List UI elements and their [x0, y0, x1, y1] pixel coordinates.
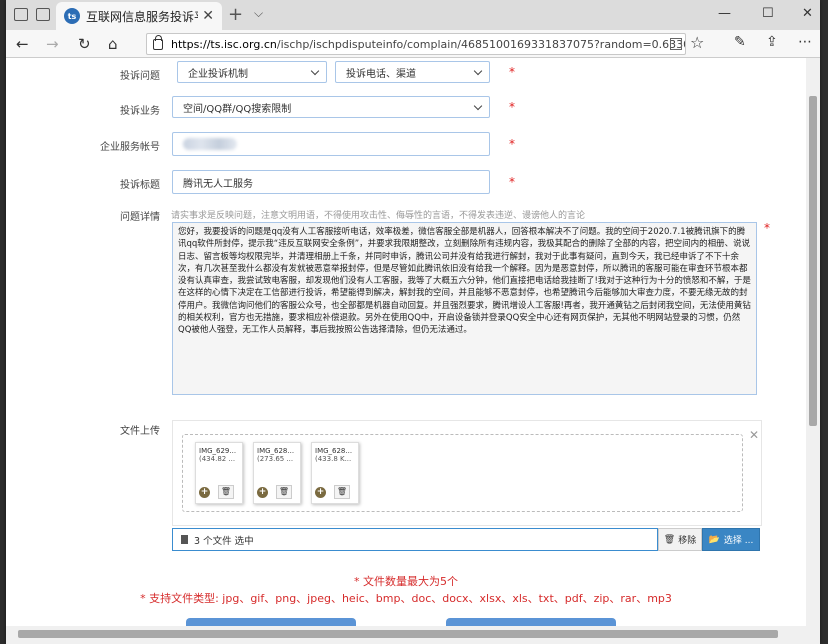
complaint-subissue-select[interactable]: 投诉电话、渠道: [335, 61, 490, 83]
clear-files-close-icon[interactable]: ✕: [749, 428, 759, 442]
maximize-icon[interactable]: ☐: [762, 6, 774, 21]
window-menu-icon[interactable]: [14, 8, 28, 21]
complaint-title-label: 投诉标题: [120, 180, 160, 191]
remove-files-button[interactable]: 🗑 移除: [658, 528, 702, 551]
issue-details-hint: 请实事求是反映问题，注意文明用语，不得使用攻击性、侮辱性的言语，不得发表违逆、谩…: [171, 211, 586, 221]
navigation-bar: ← → ↻ ⌂ https://ts.isc.org.cn/ischp/isch…: [6, 30, 820, 58]
redacted-account: [183, 138, 237, 150]
desktop-background-right: [820, 0, 828, 644]
delete-trash-icon[interactable]: 🗑: [218, 485, 234, 499]
complaint-business-select[interactable]: 空间/QQ群/QQ搜索限制: [172, 96, 490, 118]
folder-open-icon: 📂: [708, 534, 720, 545]
tab-actions-icon[interactable]: [36, 8, 50, 21]
file-thumbnail: IMG_628... (273.65 ... + 🗑: [253, 442, 301, 504]
required-mark: *: [509, 137, 515, 151]
primary-button-right[interactable]: [446, 618, 616, 626]
issue-details-label: 问题详情: [120, 212, 160, 223]
window-close-icon[interactable]: ✕: [802, 6, 813, 21]
favicon-icon: ts: [64, 8, 80, 24]
complaint-title-value: 腾讯无人工服务: [183, 178, 253, 190]
delete-trash-icon[interactable]: 🗑: [276, 485, 292, 499]
complaint-business-value: 空间/QQ群/QQ搜索限制: [183, 103, 292, 115]
tab-strip: ts 互联网信息服务投诉平台 ✕ + ⌵ — ☐ ✕: [6, 0, 820, 30]
complaint-title-input[interactable]: 腾讯无人工服务: [172, 170, 490, 194]
chevron-down-icon: [473, 101, 483, 111]
refresh-icon[interactable]: ↻: [78, 35, 91, 53]
zoom-plus-icon[interactable]: +: [257, 487, 268, 498]
tab-list-chevron-icon[interactable]: ⌵: [254, 6, 263, 21]
file-thumbnail: IMG_628... (433.8 K... + 🗑: [311, 442, 359, 504]
file-size: (434.82 ...: [199, 455, 236, 463]
minimize-icon[interactable]: —: [718, 6, 731, 21]
primary-button-left[interactable]: [186, 618, 356, 626]
file-name: IMG_628...: [315, 447, 353, 455]
vertical-scrollbar-thumb[interactable]: [809, 96, 817, 426]
back-arrow-icon[interactable]: ←: [16, 35, 29, 53]
address-bar[interactable]: https://ts.isc.org.cn/ischp/ischpdispute…: [146, 33, 686, 55]
trash-icon: 🗑: [663, 534, 676, 545]
file-icon: [181, 535, 188, 544]
chevron-down-icon: [310, 66, 320, 76]
tab-active[interactable]: ts 互联网信息服务投诉平台 ✕: [56, 2, 222, 30]
home-icon[interactable]: ⌂: [108, 35, 118, 53]
complaint-issue-select[interactable]: 企业投诉机制: [177, 61, 327, 83]
new-tab-icon[interactable]: +: [228, 4, 243, 25]
required-mark: *: [509, 100, 515, 114]
file-size: (433.8 K...: [315, 455, 352, 463]
choose-files-label: 选择 ...: [723, 536, 754, 546]
required-mark: *: [764, 221, 770, 235]
choose-files-button[interactable]: 📂 选择 ...: [702, 528, 760, 551]
file-types-note: * 支持文件类型: jpg、gif、png、jpeg、heic、bmp、doc、…: [140, 592, 672, 605]
complaint-subissue-value: 投诉电话、渠道: [346, 68, 416, 80]
file-size: (273.65 ...: [257, 455, 294, 463]
complaint-issue-value: 企业投诉机制: [188, 68, 248, 80]
lock-icon: [153, 34, 163, 50]
zoom-plus-icon[interactable]: +: [199, 487, 210, 498]
issue-details-textarea[interactable]: 您好，我要投诉的问题是qq没有人工客服接听电话，效率极差，微信客服全部是机器人，…: [172, 222, 757, 395]
browser-window: ts 互联网信息服务投诉平台 ✕ + ⌵ — ☐ ✕ ← → ↻ ⌂ https…: [6, 0, 820, 644]
file-upload-label: 文件上传: [120, 426, 160, 437]
tab-close-icon[interactable]: ✕: [202, 8, 214, 24]
zoom-plus-icon[interactable]: +: [315, 487, 326, 498]
complaint-issue-label: 投诉问题: [120, 71, 160, 82]
required-mark: *: [509, 65, 515, 79]
service-account-input[interactable]: [172, 132, 490, 156]
remove-files-label: 移除: [678, 536, 697, 546]
share-icon[interactable]: ⇪: [766, 34, 778, 50]
file-name: IMG_628...: [257, 447, 295, 455]
chevron-down-icon: [473, 66, 483, 76]
tab-title: 互联网信息服务投诉平台: [86, 9, 198, 24]
file-thumbnail: IMG_629... (434.82 ... + 🗑: [195, 442, 243, 504]
favorite-star-icon[interactable]: ☆: [690, 33, 704, 52]
url-text: https://ts.isc.org.cn/ischp/ischpdispute…: [171, 37, 685, 51]
delete-trash-icon[interactable]: 🗑: [334, 485, 350, 499]
required-mark: *: [509, 175, 515, 189]
horizontal-scrollbar-thumb[interactable]: [18, 630, 778, 638]
service-account-label: 企业服务帐号: [100, 142, 160, 153]
reading-view-icon[interactable]: [670, 38, 682, 50]
complaint-form: 投诉问题 企业投诉机制 投诉电话、渠道 * 投诉业务 空间/QQ群/QQ搜索限制…: [6, 58, 806, 626]
file-name: IMG_629...: [199, 447, 237, 455]
pen-icon[interactable]: ✎: [734, 34, 746, 50]
file-caption-input[interactable]: 3 个文件 选中: [172, 528, 658, 551]
complaint-business-label: 投诉业务: [120, 106, 160, 117]
forward-arrow-icon[interactable]: →: [46, 35, 59, 53]
file-count-note: * 文件数量最大为5个: [354, 575, 458, 588]
page-viewport: 投诉问题 企业投诉机制 投诉电话、渠道 * 投诉业务 空间/QQ群/QQ搜索限制…: [6, 58, 806, 626]
file-caption-text: 3 个文件 选中: [194, 535, 254, 547]
more-icon[interactable]: ⋯: [798, 34, 812, 50]
